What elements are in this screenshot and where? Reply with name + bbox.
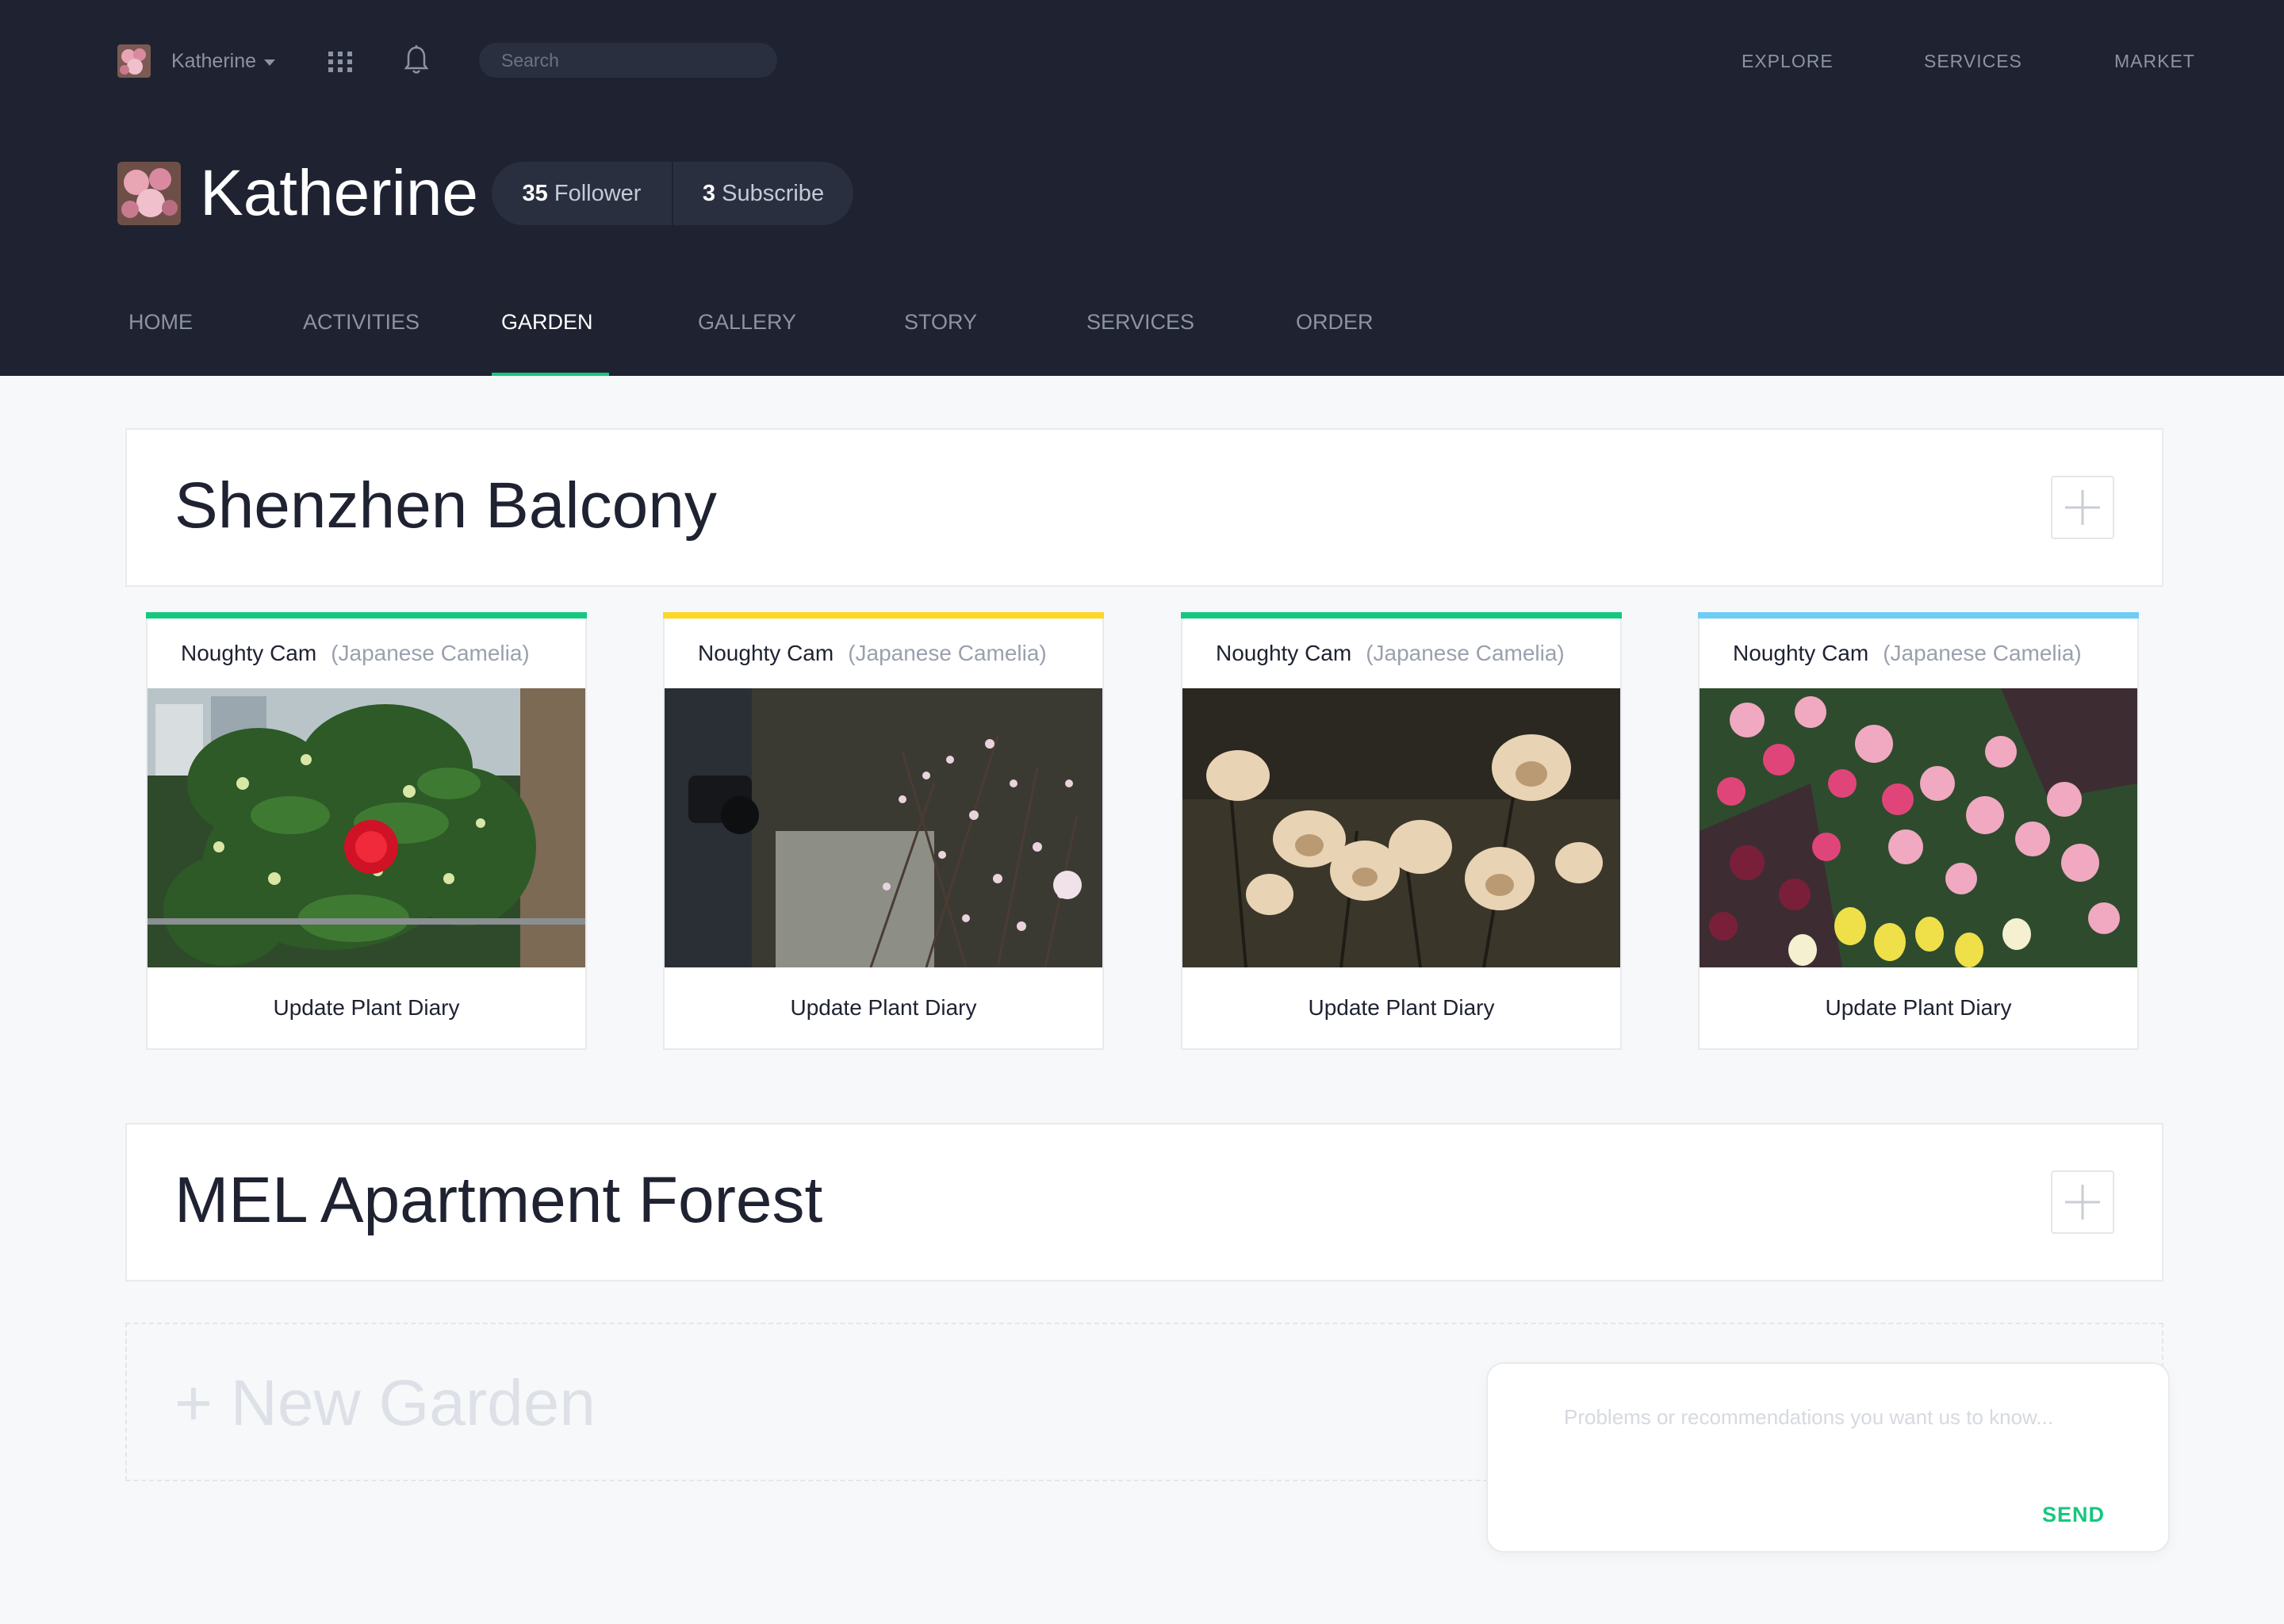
- tab-garden[interactable]: GARDEN: [501, 306, 593, 338]
- plus-icon: [2065, 490, 2100, 525]
- plant-photo: [665, 688, 1102, 967]
- garden-panel: Shenzhen Balcony: [125, 428, 2163, 587]
- plant-photo: [1700, 688, 2137, 967]
- plant-photo: [148, 688, 585, 967]
- add-plant-button[interactable]: [2051, 1170, 2114, 1234]
- card-accent-bar: [1698, 612, 2139, 619]
- apps-grid-icon[interactable]: [327, 50, 354, 74]
- top-bar: Katherine EXPLORE SERVICES MARKET: [0, 0, 2284, 119]
- user-name: Katherine: [171, 50, 257, 72]
- tab-activities[interactable]: ACTIVITIES: [303, 306, 420, 338]
- user-menu[interactable]: Katherine: [171, 48, 276, 75]
- nav-market[interactable]: MARKET: [2114, 48, 2195, 75]
- update-plant-diary-button[interactable]: Update Plant Diary: [665, 967, 1102, 1048]
- feedback-input[interactable]: [1564, 1405, 2103, 1469]
- profile-header: Katherine EXPLORE SERVICES MARKET: [0, 0, 2284, 376]
- plant-name: Noughty Cam: [698, 641, 834, 665]
- nav-services[interactable]: SERVICES: [1924, 48, 2022, 75]
- send-button[interactable]: SEND: [2042, 1499, 2105, 1530]
- plant-name: Noughty Cam: [1216, 641, 1352, 665]
- plant-card[interactable]: Noughty Cam (Japanese Camelia) Update Pla…: [1181, 612, 1622, 1050]
- caret-down-icon: [264, 59, 276, 66]
- plant-name: Noughty Cam: [181, 641, 317, 665]
- subscribe-label: Subscribe: [722, 181, 825, 206]
- plant-photo: [1182, 688, 1620, 967]
- garden-title: Shenzhen Balcony: [174, 469, 717, 542]
- search-input[interactable]: [479, 43, 777, 78]
- plant-card[interactable]: Noughty Cam (Japanese Camelia) Update Pl…: [1698, 612, 2139, 1050]
- feedback-box: SEND: [1486, 1362, 2170, 1553]
- add-plant-button[interactable]: [2051, 476, 2114, 539]
- user-avatar[interactable]: [117, 44, 151, 78]
- followers-stat[interactable]: 35 Follower: [492, 162, 672, 225]
- new-garden-button[interactable]: + New Garden: [174, 1364, 596, 1443]
- tab-order[interactable]: ORDER: [1296, 306, 1374, 338]
- plant-name: Noughty Cam: [1733, 641, 1869, 665]
- subscribe-count: 3: [702, 181, 716, 206]
- plant-card[interactable]: Noughty Cam (Japanese Camelia) Update Pl…: [146, 612, 587, 1050]
- profile-avatar: [117, 162, 181, 225]
- profile-stats: 35 Follower 3 Subscribe: [492, 162, 853, 225]
- tab-story[interactable]: STORY: [904, 306, 977, 338]
- bell-icon[interactable]: [403, 44, 430, 76]
- nav-explore[interactable]: EXPLORE: [1742, 48, 1834, 75]
- garden-panel: MEL Apartment Forest: [125, 1123, 2163, 1281]
- plant-species: (Japanese Camelia): [331, 641, 530, 665]
- update-plant-diary-button[interactable]: Update Plant Diary: [1700, 967, 2137, 1048]
- plus-icon: [2065, 1185, 2100, 1220]
- plant-title: Noughty Cam (Japanese Camelia): [181, 638, 530, 669]
- plant-card[interactable]: Noughty Cam (Japanese Camelia) Update Pla…: [663, 612, 1104, 1050]
- card-accent-bar: [146, 612, 587, 619]
- plant-species: (Japanese Camelia): [848, 641, 1047, 665]
- card-accent-bar: [1181, 612, 1622, 619]
- active-tab-indicator: [492, 373, 609, 376]
- followers-count: 35: [522, 181, 548, 206]
- card-accent-bar: [663, 612, 1104, 619]
- followers-label: Follower: [554, 181, 642, 206]
- garden-title: MEL Apartment Forest: [174, 1164, 823, 1236]
- subscribe-stat[interactable]: 3 Subscribe: [673, 162, 853, 225]
- update-plant-diary-button[interactable]: Update Plant Diary: [1182, 967, 1620, 1048]
- plant-species: (Japanese Camelia): [1883, 641, 2082, 665]
- tab-services[interactable]: SERVICES: [1086, 306, 1194, 338]
- plant-title: Noughty Cam (Japanese Camelia): [698, 638, 1047, 669]
- update-plant-diary-button[interactable]: Update Plant Diary: [148, 967, 585, 1048]
- profile-name: Katherine: [200, 157, 479, 229]
- plant-title: Noughty Cam (Japanese Camelia): [1216, 638, 1565, 669]
- tab-gallery[interactable]: GALLERY: [698, 306, 796, 338]
- plant-species: (Japanese Camelia): [1366, 641, 1565, 665]
- tab-home[interactable]: HOME: [128, 306, 193, 338]
- plant-title: Noughty Cam (Japanese Camelia): [1733, 638, 2082, 669]
